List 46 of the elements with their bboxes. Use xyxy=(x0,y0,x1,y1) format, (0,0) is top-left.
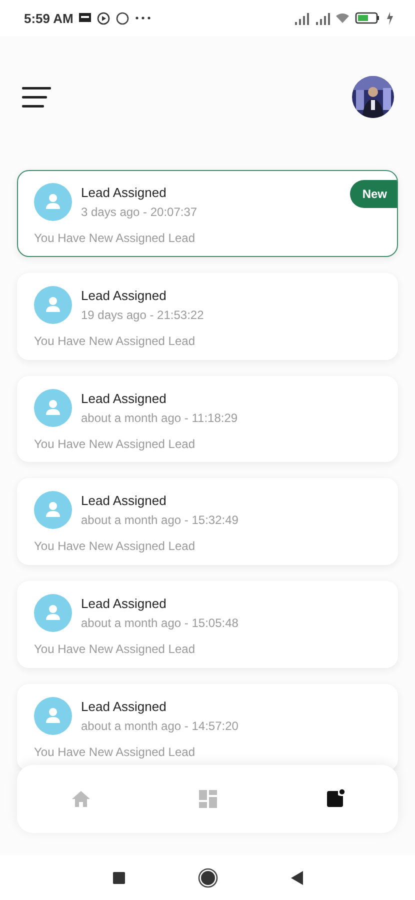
notification-time: about a month ago - 15:32:49 xyxy=(81,513,238,528)
battery-icon xyxy=(355,12,380,24)
notification-message: You Have New Assigned Lead xyxy=(34,231,196,245)
charging-icon xyxy=(386,12,393,24)
user-icon xyxy=(34,491,72,530)
notification-time: about a month ago - 11:18:29 xyxy=(81,410,238,425)
recent-apps-icon[interactable] xyxy=(112,870,126,884)
back-icon[interactable] xyxy=(290,870,304,886)
notification-title: Lead Assigned xyxy=(81,288,168,303)
notification-message: You Have New Assigned Lead xyxy=(34,539,196,554)
new-badge: New xyxy=(350,180,397,208)
notification-icon[interactable] xyxy=(324,789,344,809)
wifi-icon xyxy=(336,12,349,24)
menu-icon[interactable] xyxy=(22,85,52,109)
notification-title: Lead Assigned xyxy=(81,596,168,612)
notification-card[interactable]: Lead Assigned about a month ago - 11:18:29 You Have New Assigned Lead xyxy=(17,376,398,462)
user-icon xyxy=(34,697,72,736)
home-button-icon[interactable] xyxy=(198,868,218,888)
user-icon xyxy=(34,388,72,427)
status-time: 5:59 AM xyxy=(24,10,74,26)
notification-card[interactable]: Lead Assigned about a month ago - 14:57:20 You Have New Assigned Lead xyxy=(17,684,398,771)
notification-time: 19 days ago - 21:53:22 xyxy=(81,308,204,322)
notification-message: You Have New Assigned Lead xyxy=(34,642,196,656)
more-icon xyxy=(135,16,152,20)
notification-time: 3 days ago - 20:07:37 xyxy=(81,205,198,219)
notification-title: Lead Assigned xyxy=(81,493,168,508)
user-icon xyxy=(34,594,72,632)
notification-card[interactable]: Lead Assigned about a month ago - 15:05:48 You Have New Assigned Lead xyxy=(17,581,398,668)
notification-message: You Have New Assigned Lead xyxy=(34,745,196,760)
notification-title: Lead Assigned xyxy=(81,185,168,200)
notification-card[interactable]: Lead Assigned 19 days ago - 21:53:22 You Have New Assigned Lead xyxy=(17,272,398,360)
notification-message: You Have New Assigned Lead xyxy=(34,334,196,348)
notification-card[interactable]: Lead Assigned New 3 days ago - 20:07:37 You Have New Assigned Lead xyxy=(17,170,398,257)
message-icon xyxy=(79,13,92,23)
notification-message: You Have New Assigned Lead xyxy=(34,436,196,451)
play-icon xyxy=(97,12,110,24)
notification-title: Lead Assigned xyxy=(81,699,168,714)
user-icon xyxy=(34,286,72,324)
circle-icon xyxy=(116,12,130,24)
notification-time: about a month ago - 14:57:20 xyxy=(81,719,238,734)
notification-card[interactable]: Lead Assigned about a month ago - 15:32:49 You Have New Assigned Lead xyxy=(17,478,398,566)
signal-icon xyxy=(315,12,330,24)
notification-title: Lead Assigned xyxy=(81,390,168,406)
user-icon xyxy=(34,183,72,221)
notification-time: about a month ago - 15:05:48 xyxy=(81,616,238,630)
signal-icon xyxy=(294,12,309,24)
